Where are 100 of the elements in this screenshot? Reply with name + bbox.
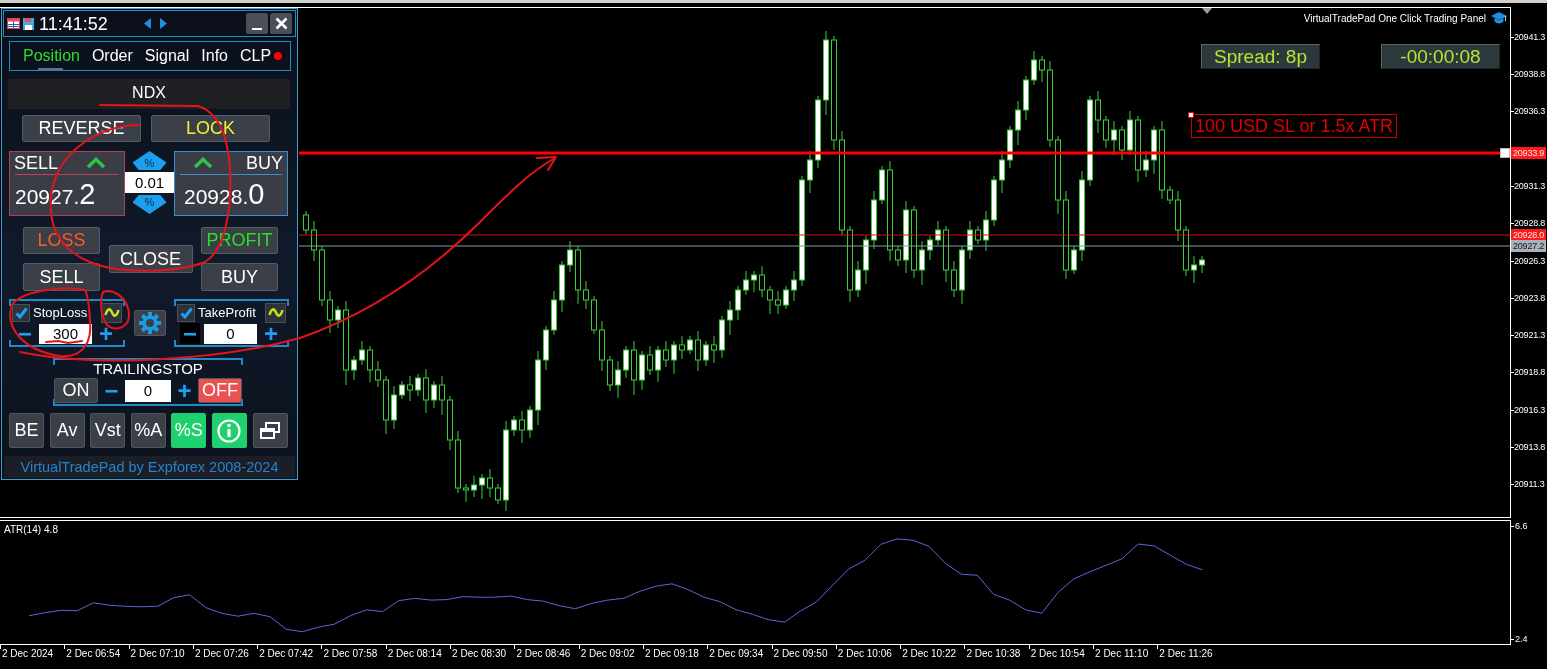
time-label: 2 Dec 11:10 bbox=[1095, 648, 1149, 659]
horizontal-line[interactable] bbox=[299, 151, 1500, 155]
stop-loss-checkbox[interactable] bbox=[12, 303, 30, 322]
stop-loss-label: StopLoss bbox=[33, 305, 88, 320]
close-icon bbox=[274, 17, 288, 30]
left-arrow-icon[interactable] bbox=[143, 18, 151, 29]
reverse-button[interactable]: REVERSE bbox=[22, 115, 141, 142]
wave-icon bbox=[267, 307, 284, 318]
price-tag: 20933.9 bbox=[1511, 147, 1546, 159]
time-label: 2 Dec 11:26 bbox=[1159, 648, 1213, 659]
price-label: 20926.3 bbox=[1514, 254, 1546, 267]
settings-button[interactable] bbox=[134, 310, 166, 336]
text-annotation: 100 USD SL or 1.5x ATR bbox=[1191, 114, 1398, 138]
window-button[interactable] bbox=[252, 413, 288, 448]
increase-button[interactable]: + bbox=[261, 323, 281, 344]
info-icon bbox=[217, 418, 242, 443]
time-label: 2 Dec 09:02 bbox=[580, 648, 635, 659]
chevron-up-icon bbox=[193, 157, 213, 169]
lot-field[interactable]: 0.01 bbox=[125, 172, 174, 193]
price-label: 20918.8 bbox=[1514, 366, 1546, 379]
time-label: 2 Dec 08:14 bbox=[387, 648, 442, 659]
toolbar-button[interactable]: BE bbox=[9, 413, 44, 448]
wave-icon bbox=[103, 307, 120, 318]
lot-decrease-button[interactable]: % bbox=[132, 195, 167, 214]
price-label: 20916.3 bbox=[1514, 403, 1546, 416]
time-label: 2 Dec 07:58 bbox=[323, 648, 378, 659]
price-tag: 20927.2 bbox=[1511, 240, 1546, 252]
price-label: 20938.8 bbox=[1514, 68, 1546, 80]
decrease-button[interactable]: − bbox=[180, 323, 200, 344]
clock-time: 11:41:52 bbox=[39, 14, 108, 33]
trailing-stop-field[interactable]: 0 bbox=[125, 379, 171, 402]
shift-marker-icon[interactable] bbox=[1202, 8, 1212, 14]
anchor-point-icon[interactable] bbox=[1188, 112, 1194, 118]
indicator-name: ATR(14) bbox=[4, 524, 42, 535]
stop-loss-field[interactable]: 300 bbox=[39, 323, 92, 344]
tab[interactable]: Position bbox=[23, 43, 80, 69]
decrease-button[interactable]: − bbox=[101, 380, 122, 401]
decrease-button[interactable]: − bbox=[15, 323, 35, 344]
sell-button[interactable]: SELL bbox=[23, 263, 100, 291]
trailing-stop-label: TRAILINGSTOP bbox=[92, 361, 204, 377]
windows-icon bbox=[260, 422, 281, 439]
toolbar-button[interactable]: Vst bbox=[90, 413, 126, 448]
increase-button[interactable]: + bbox=[96, 323, 116, 344]
price-label: 20931.3 bbox=[1514, 179, 1546, 192]
increase-button[interactable]: + bbox=[174, 380, 195, 401]
wave-button[interactable] bbox=[101, 302, 122, 323]
countdown-display: -00:00:08 bbox=[1381, 44, 1500, 69]
scale-label: 2.4 bbox=[1515, 632, 1528, 645]
line-handle-icon[interactable] bbox=[1500, 148, 1510, 158]
minimize-icon bbox=[252, 28, 262, 30]
lot-increase-button[interactable]: % bbox=[132, 151, 167, 170]
price-tag: 20928.0 bbox=[1511, 229, 1546, 241]
off-button[interactable]: OFF bbox=[198, 378, 242, 403]
graduation-cap-icon[interactable] bbox=[1491, 12, 1507, 24]
time-label: 2 Dec 09:34 bbox=[709, 648, 764, 659]
table-icon[interactable] bbox=[7, 18, 20, 29]
time-label: 2 Dec 08:46 bbox=[516, 648, 571, 659]
take-profit-label: TakeProfit bbox=[198, 305, 256, 320]
wave-button[interactable] bbox=[265, 302, 286, 323]
take-profit-field[interactable]: 0 bbox=[204, 323, 257, 344]
info-button[interactable] bbox=[211, 413, 247, 448]
time-label: 2 Dec 07:10 bbox=[130, 648, 185, 659]
time-label: 2 Dec 09:18 bbox=[644, 648, 699, 659]
price-label: 20928.8 bbox=[1514, 217, 1546, 230]
buy-label: BUY bbox=[246, 152, 283, 174]
time-label: 2 Dec 10:54 bbox=[1030, 648, 1085, 659]
time-label: 2 Dec 07:26 bbox=[194, 648, 249, 659]
time-label: 2 Dec 09:50 bbox=[773, 648, 828, 659]
time-label: 2 Dec 07:42 bbox=[259, 648, 314, 659]
gear-icon bbox=[139, 312, 161, 334]
chart-caption: VirtualTradePad One Click Trading Panel bbox=[1303, 12, 1486, 24]
price-label: 20913.8 bbox=[1514, 441, 1546, 453]
minimize-button[interactable] bbox=[246, 13, 268, 34]
window-close-button[interactable] bbox=[270, 13, 292, 34]
indicator-value: 4.8 bbox=[44, 524, 58, 535]
time-label: 2 Dec 08:30 bbox=[452, 648, 506, 659]
tab[interactable]: Info bbox=[201, 43, 228, 69]
take-profit-checkbox[interactable] bbox=[177, 303, 195, 322]
price-label: 20936.3 bbox=[1514, 105, 1546, 118]
price-label: 20921.3 bbox=[1514, 329, 1546, 342]
time-label: 2 Dec 10:38 bbox=[966, 648, 1021, 659]
credit-footer: VirtualTradePad by Expforex 2008-2024 bbox=[4, 456, 295, 478]
toolbar-button[interactable]: %A bbox=[130, 413, 166, 448]
right-arrow-icon[interactable] bbox=[159, 18, 167, 29]
check-icon bbox=[14, 306, 28, 319]
check-icon bbox=[179, 306, 193, 319]
chevron-up-icon bbox=[86, 157, 106, 169]
symbol-bar: NDX bbox=[8, 79, 290, 109]
sell-label: SELL bbox=[14, 152, 59, 174]
toolbar-button[interactable]: Av bbox=[49, 413, 85, 448]
scribble-mark bbox=[45, 340, 83, 344]
price-label: 20911.3 bbox=[1514, 478, 1545, 491]
tab[interactable]: Signal bbox=[144, 43, 190, 69]
scale-label: 6.6 bbox=[1515, 520, 1528, 533]
spread-display: Spread: 8p bbox=[1201, 44, 1320, 69]
close-button[interactable]: CLOSE bbox=[108, 245, 193, 273]
tab[interactable]: CLP bbox=[240, 43, 283, 69]
tab[interactable]: Order bbox=[91, 43, 133, 69]
buy-button[interactable]: BUY bbox=[201, 263, 278, 291]
on-button[interactable]: ON bbox=[54, 378, 98, 403]
